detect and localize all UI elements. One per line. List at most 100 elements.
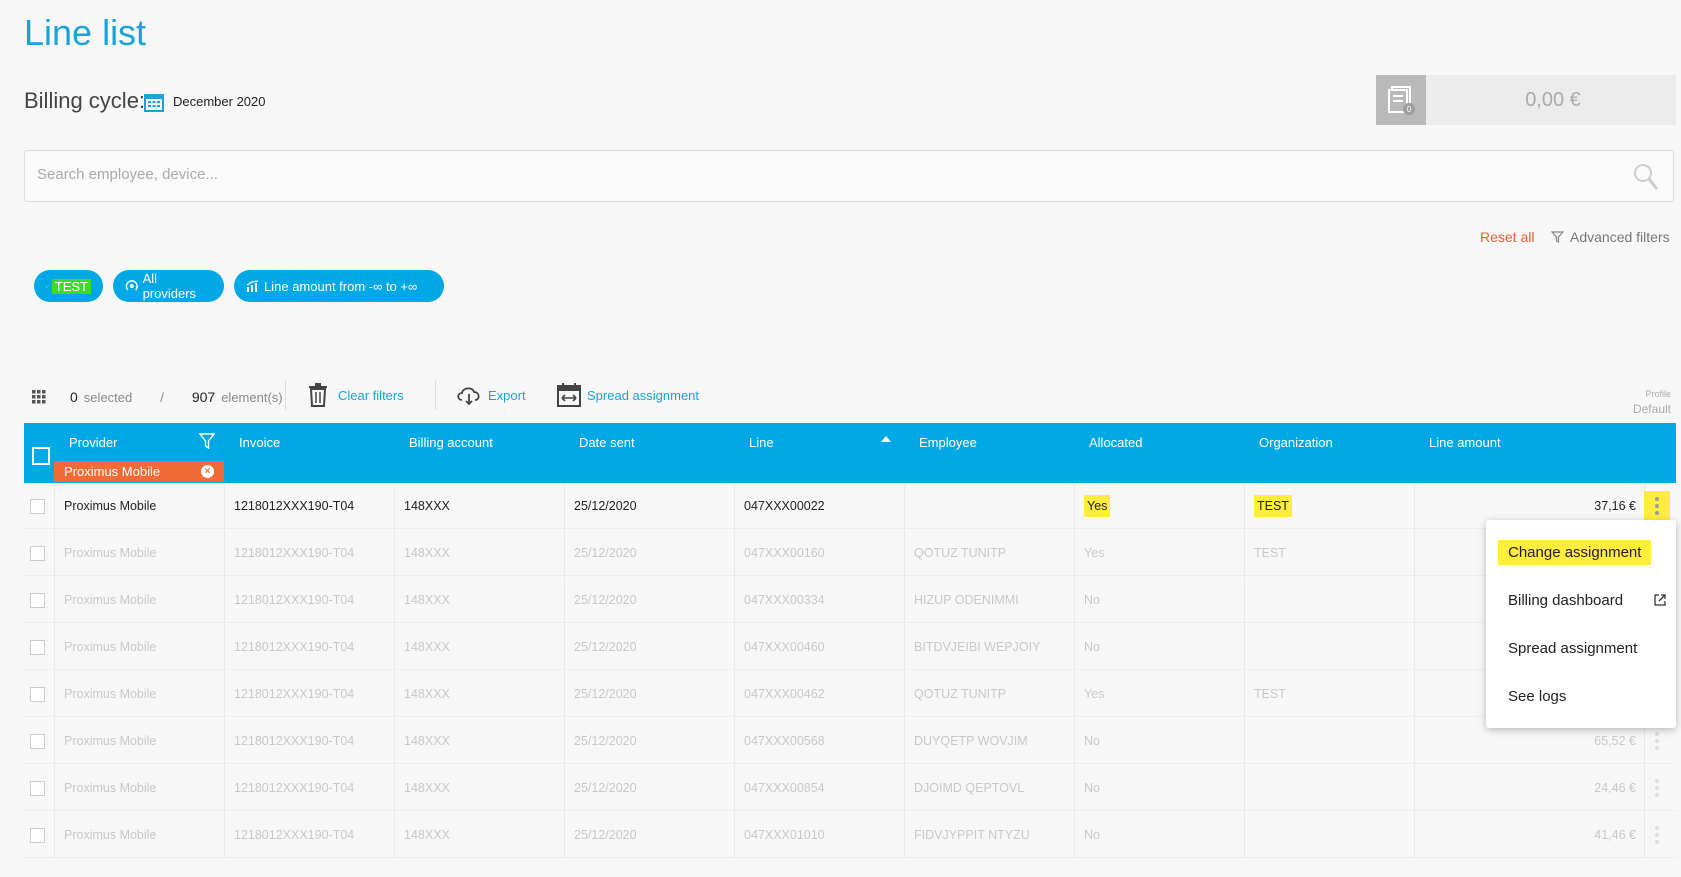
column-header-line-amount[interactable]: Line amount xyxy=(1429,435,1501,450)
cell-allocated: No xyxy=(1084,624,1100,670)
provider-filter-chip[interactable]: Proximus Mobile × xyxy=(54,461,224,482)
search-input[interactable] xyxy=(35,165,1599,184)
column-separator xyxy=(904,483,905,529)
column-header-date-sent[interactable]: Date sent xyxy=(579,435,635,450)
cell-invoice: 1218012XXX190-T04 xyxy=(234,530,354,576)
column-separator xyxy=(54,577,55,623)
cell-allocated-text: No xyxy=(1084,781,1100,795)
column-separator xyxy=(224,530,225,576)
column-separator xyxy=(564,624,565,670)
row-checkbox[interactable] xyxy=(30,781,45,796)
menu-item-change-assignment[interactable]: Change assignment xyxy=(1498,540,1652,565)
row-checkbox[interactable] xyxy=(30,828,45,843)
table-row[interactable]: Proximus Mobile 1218012XXX190-T04 148XXX 25… xyxy=(24,671,1676,717)
cell-allocated-text: No xyxy=(1084,734,1100,748)
cell-invoice: 1218012XXX190-T04 xyxy=(234,577,354,623)
cell-provider-text: Proximus Mobile xyxy=(64,781,157,795)
spread-assignment-label: Spread assignment xyxy=(587,387,700,403)
column-header-provider[interactable]: Provider xyxy=(69,435,117,450)
table-row[interactable]: Proximus Mobile 1218012XXX190-T04 148XXX 25… xyxy=(24,765,1676,811)
column-header-employee[interactable]: Employee xyxy=(919,435,977,450)
column-separator xyxy=(1244,577,1245,623)
column-header-organization[interactable]: Organization xyxy=(1259,435,1333,450)
column-separator xyxy=(394,483,395,529)
external-link-icon xyxy=(1654,594,1666,606)
sort-ascending-icon[interactable] xyxy=(881,435,891,443)
menu-item-spread-assignment[interactable]: Spread assignment xyxy=(1508,640,1637,657)
column-separator xyxy=(1414,530,1415,576)
filter-icon[interactable] xyxy=(199,433,215,449)
row-checkbox[interactable] xyxy=(30,640,45,655)
search-icon[interactable] xyxy=(1633,163,1659,191)
cell-line: 047XXX00022 xyxy=(744,483,825,529)
row-checkbox[interactable] xyxy=(30,499,45,514)
column-separator xyxy=(734,765,735,811)
toolbar-divider xyxy=(435,380,436,410)
cell-provider: Proximus Mobile xyxy=(64,718,156,764)
column-separator xyxy=(1414,483,1415,529)
row-checkbox[interactable] xyxy=(30,734,45,749)
row-checkbox[interactable] xyxy=(30,546,45,561)
cell-line: 047XXX00334 xyxy=(744,577,825,623)
column-separator xyxy=(904,671,905,717)
cell-date-sent: 25/12/2020 xyxy=(574,530,637,576)
advanced-filters-button[interactable]: Advanced filters xyxy=(1551,229,1670,245)
column-separator xyxy=(1074,765,1075,811)
close-icon[interactable]: × xyxy=(201,465,214,478)
table-row[interactable]: Proximus Mobile 1218012XXX190-T04 148XXX 25… xyxy=(24,812,1676,858)
spread-assignment-button[interactable]: Spread assignment xyxy=(557,383,699,407)
cell-line-text: 047XXX00460 xyxy=(744,640,825,654)
menu-item-see-logs[interactable]: See logs xyxy=(1508,688,1566,705)
cell-line-text: 047XXX01010 xyxy=(744,828,825,842)
more-options-icon[interactable] xyxy=(1644,726,1670,756)
more-options-icon[interactable] xyxy=(1644,820,1670,850)
chart-icon xyxy=(246,279,259,292)
column-separator xyxy=(224,812,225,858)
column-separator xyxy=(394,530,395,576)
cell-date-sent-text: 25/12/2020 xyxy=(574,734,637,748)
table-row[interactable]: Proximus Mobile 1218012XXX190-T04 148XXX 25… xyxy=(24,483,1676,529)
row-checkbox[interactable] xyxy=(30,687,45,702)
cell-provider-text: Proximus Mobile xyxy=(64,687,157,701)
filter-chip-providers[interactable]: All providers xyxy=(113,270,224,302)
grid-icon[interactable] xyxy=(32,390,46,404)
column-separator xyxy=(54,812,55,858)
cell-allocated: No xyxy=(1084,718,1100,764)
trash-icon xyxy=(309,383,327,407)
table-row[interactable]: Proximus Mobile 1218012XXX190-T04 148XXX 25… xyxy=(24,718,1676,764)
profile-value[interactable]: Default xyxy=(1633,402,1671,416)
clear-filters-button[interactable]: Clear filters xyxy=(308,383,404,407)
cell-billing-account-text: 148XXX xyxy=(404,546,450,560)
cell-billing-account-text: 148XXX xyxy=(404,828,450,842)
cell-organization-text: TEST xyxy=(1254,546,1286,560)
column-separator xyxy=(1414,577,1415,623)
column-header-invoice[interactable]: Invoice xyxy=(239,435,280,450)
column-separator xyxy=(734,812,735,858)
reset-all-link[interactable]: Reset all xyxy=(1480,229,1534,245)
column-header-billing-account[interactable]: Billing account xyxy=(409,435,493,450)
table-row[interactable]: Proximus Mobile 1218012XXX190-T04 148XXX 25… xyxy=(24,530,1676,576)
column-separator xyxy=(1414,718,1415,764)
column-header-line[interactable]: Line xyxy=(749,435,774,450)
menu-item-label: See logs xyxy=(1508,688,1567,705)
table-row[interactable]: Proximus Mobile 1218012XXX190-T04 148XXX 25… xyxy=(24,624,1676,670)
table-row[interactable]: Proximus Mobile 1218012XXX190-T04 148XXX 25… xyxy=(24,577,1676,623)
select-all-checkbox[interactable] xyxy=(32,447,50,465)
column-header-allocated[interactable]: Allocated xyxy=(1089,435,1142,450)
menu-item-billing-dashboard[interactable]: Billing dashboard xyxy=(1508,592,1666,609)
calendar-icon[interactable] xyxy=(144,92,164,112)
filter-chip-organization[interactable]: TEST xyxy=(34,270,103,302)
more-options-icon[interactable] xyxy=(1644,491,1670,521)
cell-date-sent: 25/12/2020 xyxy=(574,577,637,623)
more-options-icon[interactable] xyxy=(1644,773,1670,803)
export-button[interactable]: Export xyxy=(456,385,526,405)
billing-cycle-value[interactable]: December 2020 xyxy=(173,94,266,109)
cell-invoice: 1218012XXX190-T04 xyxy=(234,483,354,529)
row-checkbox[interactable] xyxy=(30,593,45,608)
cell-billing-account: 148XXX xyxy=(404,530,450,576)
cell-line-text: 047XXX00462 xyxy=(744,687,825,701)
filter-chip-line-amount[interactable]: Line amount from -∞ to +∞ xyxy=(234,270,444,302)
cell-invoice-text: 1218012XXX190-T04 xyxy=(234,546,355,560)
cell-date-sent-text: 25/12/2020 xyxy=(574,687,637,701)
column-separator xyxy=(224,577,225,623)
